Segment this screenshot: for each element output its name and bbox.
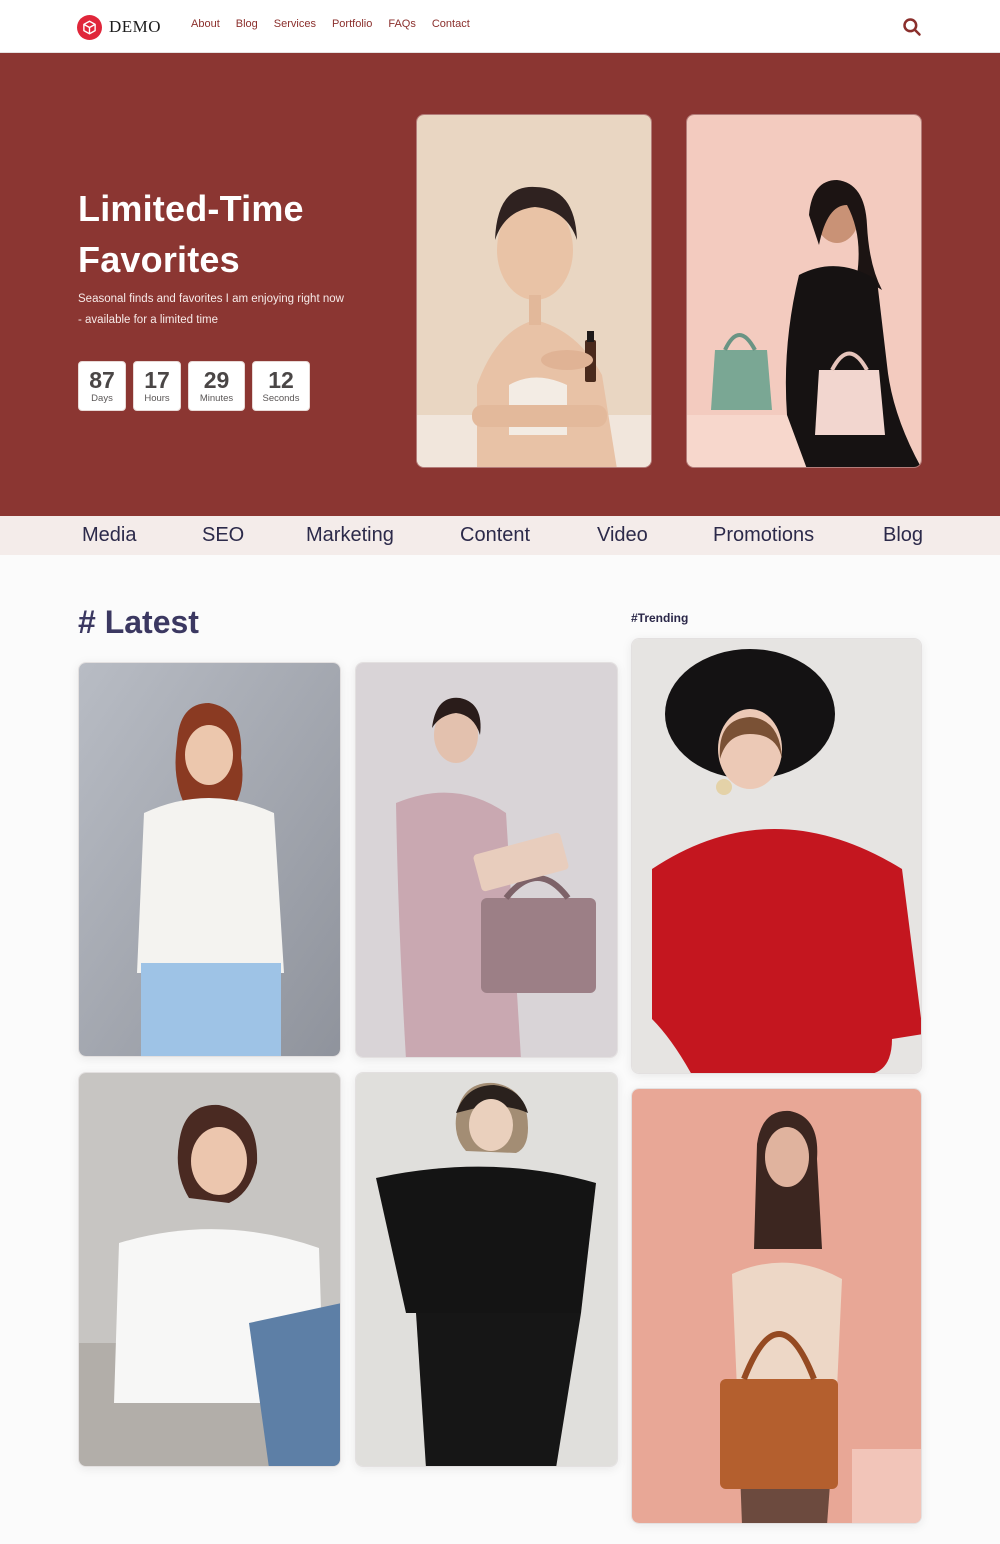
cube-icon: [77, 14, 102, 40]
brand-name: DEMO: [109, 17, 162, 36]
category-promotions[interactable]: Promotions: [713, 524, 814, 547]
nav-services[interactable]: Services: [274, 18, 316, 30]
main-nav: About Blog Services Portfolio FAQs Conta…: [191, 18, 486, 30]
countdown-seconds: 12 Seconds: [252, 361, 310, 411]
countdown-minutes-value: 29: [203, 366, 230, 393]
hero-photo-serum[interactable]: [416, 114, 652, 468]
nav-about[interactable]: About: [191, 18, 220, 30]
countdown-seconds-value: 12: [268, 366, 294, 393]
trending-heading: #Trending: [631, 611, 689, 625]
countdown-minutes: 29 Minutes: [188, 361, 245, 411]
hero-photo-handbags[interactable]: [686, 114, 922, 468]
nav-portfolio[interactable]: Portfolio: [332, 18, 372, 30]
category-content[interactable]: Content: [460, 524, 530, 547]
latest-post-card[interactable]: [78, 1072, 341, 1467]
latest-heading: # Latest: [78, 604, 199, 640]
category-video[interactable]: Video: [597, 524, 648, 547]
trending-post-card[interactable]: [631, 638, 922, 1074]
countdown-hours-label: Hours: [144, 392, 170, 404]
hero-section: Limited-Time Favorites Seasonal finds an…: [0, 53, 1000, 516]
hero-title: Limited-Time Favorites: [78, 183, 378, 285]
category-blog[interactable]: Blog: [883, 524, 923, 547]
category-nav: Media SEO Marketing Content Video Promot…: [0, 516, 1000, 555]
trending-post-card[interactable]: [631, 1088, 922, 1524]
hero-title-line2: Favorites: [78, 239, 240, 280]
latest-post-card[interactable]: [355, 662, 618, 1058]
category-seo[interactable]: SEO: [202, 524, 244, 547]
countdown-timer: 87 Days 17 Hours 29 Minutes 12 Seconds: [78, 361, 310, 411]
search-icon: [903, 18, 921, 36]
search-button[interactable]: [900, 15, 924, 39]
countdown-hours: 17 Hours: [133, 361, 181, 411]
countdown-days-label: Days: [91, 392, 113, 404]
nav-blog[interactable]: Blog: [236, 18, 258, 30]
countdown-seconds-label: Seconds: [262, 392, 300, 404]
category-marketing[interactable]: Marketing: [306, 524, 394, 547]
countdown-days: 87 Days: [78, 361, 126, 411]
category-media[interactable]: Media: [82, 524, 136, 547]
countdown-days-value: 87: [89, 366, 115, 393]
latest-post-card[interactable]: [78, 662, 341, 1057]
countdown-hours-value: 17: [144, 366, 170, 393]
site-header: DEMO About Blog Services Portfolio FAQs …: [0, 0, 1000, 53]
hero-title-line1: Limited-Time: [78, 188, 304, 229]
latest-post-card[interactable]: [355, 1072, 618, 1467]
countdown-minutes-label: Minutes: [199, 392, 234, 404]
nav-contact[interactable]: Contact: [432, 18, 470, 30]
site-logo[interactable]: DEMO: [77, 14, 161, 40]
hero-subtitle: Seasonal finds and favorites I am enjoyi…: [78, 293, 344, 326]
nav-faqs[interactable]: FAQs: [388, 18, 416, 30]
